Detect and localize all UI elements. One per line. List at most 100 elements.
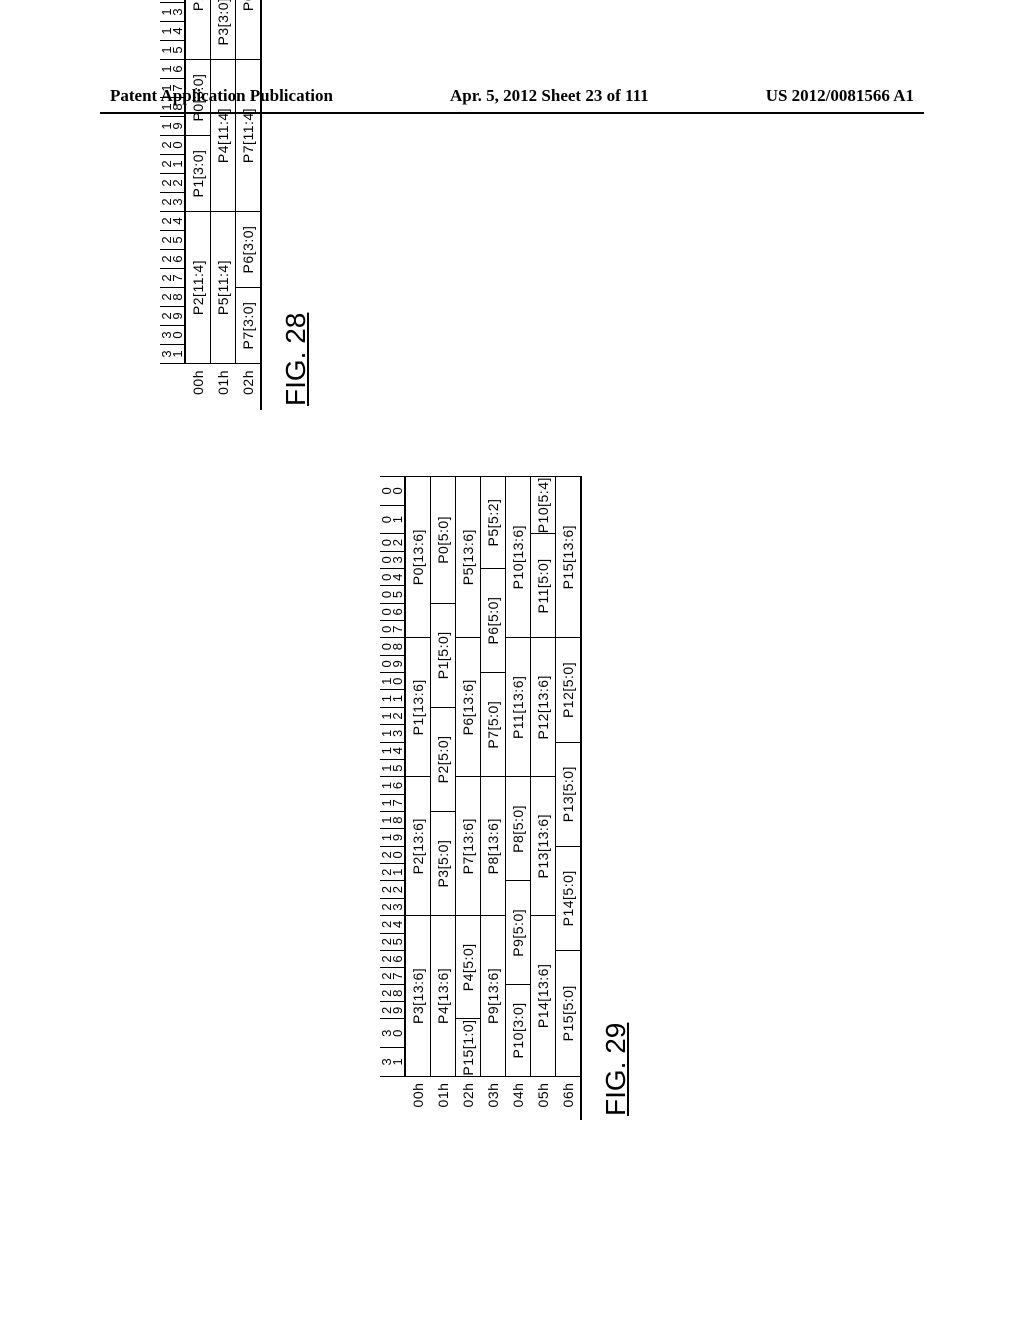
bit-header-cell: 05	[380, 586, 405, 603]
fig28-table: 3130292827262524232221201918171615141312…	[160, 0, 262, 410]
bit-header-cell: 15	[380, 759, 405, 776]
data-cell: P13[5:0]	[556, 742, 582, 846]
bit-header-cell: 03	[380, 551, 405, 568]
data-cell: P3[3:0]	[211, 0, 236, 60]
data-cell: P12[5:0]	[556, 638, 582, 742]
data-cell: P15[1:0]	[456, 1019, 481, 1076]
bit-header-cell: 26	[380, 950, 405, 967]
fig29-table: 3130292827262524232221201918171615141312…	[380, 476, 582, 1120]
bit-header-addr	[380, 1076, 405, 1120]
bit-header-cell: 20	[380, 846, 405, 863]
data-cell: P1[11:4]	[185, 0, 211, 60]
data-cell: P4[11:4]	[211, 60, 236, 212]
bit-header-cell: 25	[380, 933, 405, 950]
bit-header-cell: 01	[380, 505, 405, 534]
bit-header-cell: 18	[160, 98, 185, 117]
bit-header-cell: 20	[160, 136, 185, 155]
data-cell: P14[5:0]	[556, 846, 582, 950]
row-address: 04h	[506, 1076, 531, 1120]
data-cell: P1[13:6]	[405, 638, 431, 777]
bit-header-cell: 08	[380, 638, 405, 655]
bit-header-cell: 31	[160, 345, 185, 364]
data-cell: P7[3:0]	[236, 288, 262, 364]
data-cell: P7[5:0]	[481, 673, 506, 777]
data-cell: P15[5:0]	[556, 950, 582, 1076]
bit-header-cell: 12	[380, 707, 405, 724]
header-right: US 2012/0081566 A1	[766, 86, 914, 106]
row-address: 00h	[405, 1076, 431, 1120]
data-cell: P9[5:0]	[506, 881, 531, 985]
bit-header-cell: 29	[160, 307, 185, 326]
data-cell: P3[5:0]	[431, 812, 456, 916]
data-cell: P10[13:6]	[506, 477, 531, 638]
bit-header-cell: 19	[160, 117, 185, 136]
data-cell: P1[3:0]	[185, 136, 211, 212]
bit-header-cell: 23	[380, 898, 405, 915]
bit-header-cell: 19	[380, 829, 405, 846]
data-cell: P2[13:6]	[405, 777, 431, 916]
bit-header-cell: 04	[380, 569, 405, 586]
data-cell: P11[5:0]	[531, 534, 556, 638]
data-cell: P1[5:0]	[431, 603, 456, 707]
row-address: 05h	[531, 1076, 556, 1120]
bit-header-cell: 16	[160, 60, 185, 79]
data-cell: P5[13:6]	[456, 477, 481, 638]
bit-header-cell: 30	[160, 326, 185, 345]
data-cell: P6[5:0]	[481, 569, 506, 673]
page-header: Patent Application Publication Apr. 5, 2…	[0, 86, 1024, 112]
data-cell: P13[13:6]	[531, 777, 556, 916]
bit-header-cell: 14	[380, 742, 405, 759]
bit-header-cell: 18	[380, 812, 405, 829]
bit-header-cell: 02	[380, 534, 405, 551]
figure-29: 3130292827262524232221201918171615141312…	[380, 476, 632, 1120]
bit-header-cell: 29	[380, 1002, 405, 1019]
bit-header-cell: 17	[380, 794, 405, 811]
data-cell: P5[11:4]	[211, 212, 236, 364]
fig28-label: FIG. 28	[280, 0, 312, 406]
row-address: 01h	[431, 1076, 456, 1120]
data-cell: P8[5:0]	[506, 777, 531, 881]
data-cell: P6[11:4]	[236, 0, 262, 60]
bit-header-cell: 22	[380, 881, 405, 898]
bit-header-cell: 27	[160, 269, 185, 288]
bit-header-cell: 28	[380, 985, 405, 1002]
bit-header-cell: 23	[160, 193, 185, 212]
bit-header-cell: 22	[160, 174, 185, 193]
row-address: 02h	[456, 1076, 481, 1120]
data-cell: P2[11:4]	[185, 212, 211, 364]
data-cell: P0[5:0]	[431, 477, 456, 604]
data-cell: P10[5:4]	[531, 477, 556, 534]
bit-header-cell: 21	[380, 864, 405, 881]
data-cell: P6[3:0]	[236, 212, 262, 288]
bit-header-cell: 21	[160, 155, 185, 174]
bit-header-cell: 17	[160, 79, 185, 98]
row-address: 03h	[481, 1076, 506, 1120]
figure-28: 3130292827262524232221201918171615141312…	[160, 0, 312, 410]
data-cell: P8[13:6]	[481, 777, 506, 916]
data-cell: P10[3:0]	[506, 985, 531, 1076]
bit-header-cell: 24	[160, 212, 185, 231]
bit-header-cell: 13	[380, 725, 405, 742]
data-cell: P9[13:6]	[481, 916, 506, 1076]
bit-header-addr	[160, 364, 185, 411]
bit-header-cell: 16	[380, 777, 405, 794]
bit-header-cell: 30	[380, 1019, 405, 1048]
row-address: 06h	[556, 1076, 582, 1120]
bit-header-cell: 06	[380, 603, 405, 620]
fig29-label: FIG. 29	[600, 476, 632, 1116]
data-cell: P15[13:6]	[556, 477, 582, 638]
bit-header-cell: 09	[380, 655, 405, 672]
bit-header-cell: 28	[160, 288, 185, 307]
data-cell: P0[13:6]	[405, 477, 431, 638]
bit-header-cell: 14	[160, 22, 185, 41]
bit-header-cell: 27	[380, 968, 405, 985]
bit-header-cell: 25	[160, 231, 185, 250]
bit-header-cell: 07	[380, 621, 405, 638]
data-cell: P7[13:6]	[456, 777, 481, 916]
data-cell: P4[13:6]	[431, 916, 456, 1076]
bit-header-cell: 11	[380, 690, 405, 707]
bit-header-cell: 00	[380, 477, 405, 506]
row-address: 00h	[185, 364, 211, 411]
data-cell: P2[5:0]	[431, 707, 456, 811]
data-cell: P0[3:0]	[185, 60, 211, 136]
